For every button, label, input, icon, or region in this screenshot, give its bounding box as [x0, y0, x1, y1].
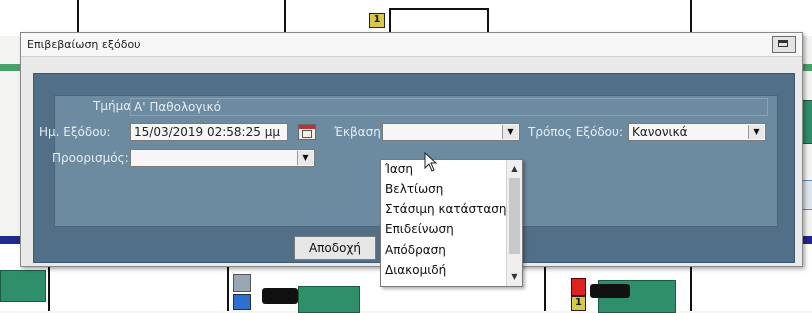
mouse-cursor-icon — [424, 152, 438, 172]
grid-line — [77, 0, 79, 36]
grid-line — [284, 0, 286, 36]
exit-date-field[interactable]: 15/03/2019 02:58:25 μμ — [130, 123, 288, 141]
female-symbol-icon — [571, 278, 586, 296]
grid-line — [690, 0, 692, 36]
window-restore-icon — [778, 40, 788, 47]
list-item[interactable]: Ίαση — [385, 162, 413, 176]
scroll-thumb[interactable] — [509, 178, 520, 254]
accept-button[interactable]: Αποδοχή — [294, 236, 376, 260]
document-icon — [233, 274, 251, 292]
dialog-titlebar: Επιβεβαίωση εξόδου — [21, 33, 802, 57]
exit-mode-label: Τρόπος Εξόδου: — [528, 125, 623, 139]
department-field: Α' Παθολογικό — [130, 98, 768, 116]
dialog-title: Επιβεβαίωση εξόδου — [27, 38, 141, 51]
list-item[interactable]: Βελτίωση — [385, 182, 443, 196]
list-item[interactable]: Επιδείνωση — [385, 222, 454, 236]
window-restore-button[interactable] — [772, 36, 796, 53]
background-bed-tile — [0, 270, 46, 302]
calendar-icon[interactable] — [298, 124, 316, 140]
list-item[interactable]: Απόδραση — [385, 243, 446, 257]
outcome-dropdown-list: Ίαση Βελτίωση Στάσιμη κατάσταση Επιδείνω… — [380, 159, 523, 287]
patient-bed-icon — [262, 288, 298, 304]
destination-label: Προορισμός: — [52, 151, 129, 165]
dropdown-scrollbar[interactable]: ▲ ▼ — [506, 160, 522, 286]
chevron-down-icon[interactable]: ▼ — [748, 125, 764, 139]
outcome-label: Έκβαση: — [334, 125, 385, 139]
exit-mode-select[interactable]: Κανονικά ▼ — [628, 123, 766, 141]
destination-select[interactable]: ▼ — [130, 149, 315, 167]
chevron-down-icon[interactable]: ▼ — [507, 270, 522, 284]
chevron-up-icon[interactable]: ▲ — [507, 162, 522, 176]
link-icon — [233, 294, 251, 310]
exit-mode-select-value: Κανονικά — [632, 125, 688, 139]
bed-number-badge: 1 — [571, 296, 586, 311]
background-bed-tile — [298, 286, 360, 313]
exit-date-label: Ημ. Εξόδου: — [39, 125, 111, 139]
outcome-select[interactable]: ▼ — [382, 123, 520, 141]
list-item[interactable]: Διακομιδή — [385, 263, 446, 277]
grid-line — [391, 8, 489, 10]
bed-number-badge: 1 — [369, 13, 385, 28]
list-item[interactable]: Στάσιμη κατάσταση — [385, 202, 507, 216]
chevron-down-icon[interactable]: ▼ — [297, 151, 313, 165]
chevron-down-icon[interactable]: ▼ — [502, 125, 518, 139]
department-label: Τμήμα: — [93, 99, 136, 113]
patient-bed-icon — [590, 284, 630, 298]
